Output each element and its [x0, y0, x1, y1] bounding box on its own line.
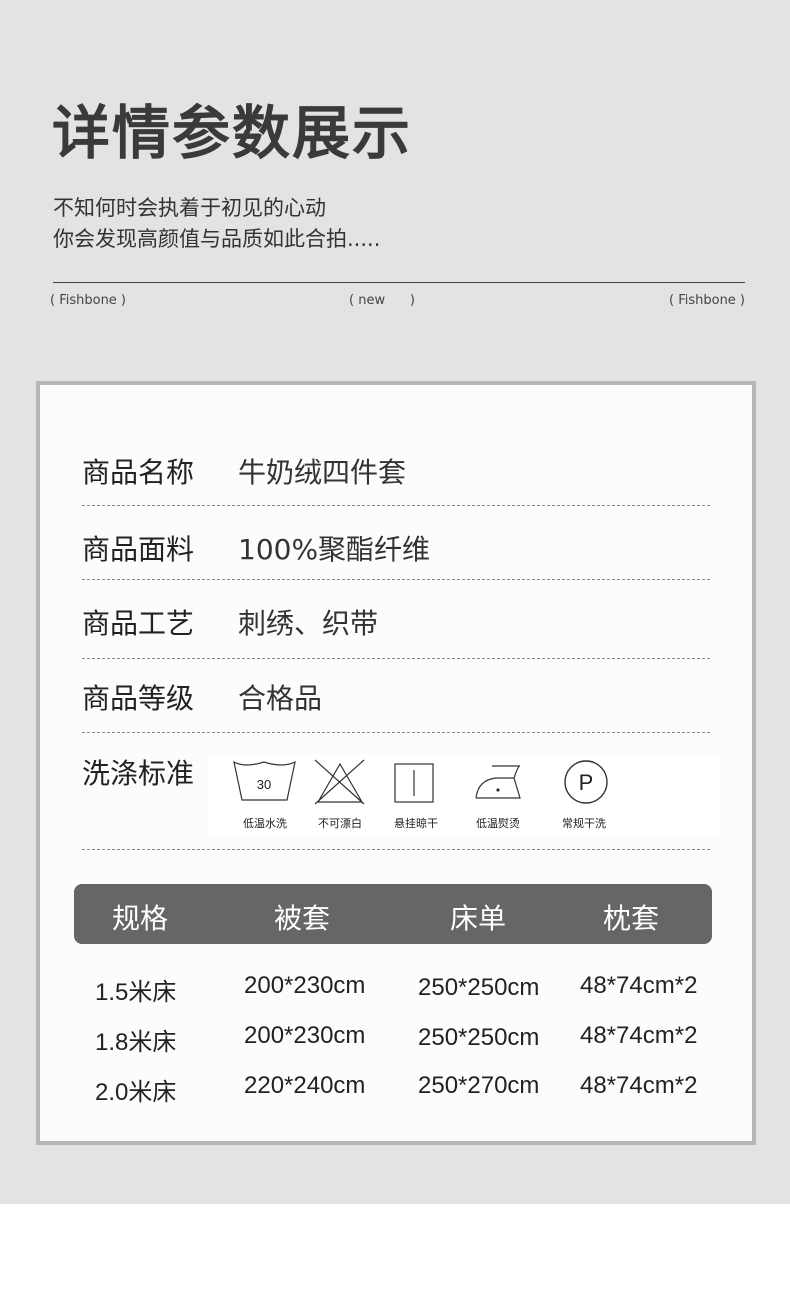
page-title: 详情参数展示	[52, 99, 413, 167]
table-cell: 200*230cm	[244, 972, 366, 999]
row-divider	[82, 579, 710, 580]
product-name-label: 商品名称	[82, 456, 195, 489]
row-divider	[82, 505, 710, 506]
no-bleach-icon	[314, 759, 365, 805]
low-iron-icon	[475, 765, 521, 799]
wash-30-symbol: 30 低温水洗	[225, 754, 305, 836]
care-item-label: 悬挂晾干	[394, 817, 438, 830]
care-item-label: 低温水洗	[243, 817, 287, 830]
brand-tag-right: ( Fishbone )	[669, 293, 746, 308]
table-cell: 1.8米床	[95, 1029, 177, 1056]
table-cell: 48*74cm*2	[580, 972, 698, 999]
table-cell: 48*74cm*2	[580, 1022, 698, 1049]
divider-line	[53, 282, 745, 283]
craft-value: 刺绣、织带	[238, 607, 379, 640]
spec-header-duvet: 被套	[274, 902, 331, 935]
table-cell: 250*250cm	[418, 974, 540, 1001]
care-item-label: 低温熨烫	[476, 817, 520, 830]
spec-header-sheet: 床单	[450, 902, 507, 935]
grade-label: 商品等级	[82, 682, 195, 715]
grade-value: 合格品	[238, 682, 323, 715]
care-item-label: 不可漂白	[318, 817, 362, 830]
dry-clean-p-icon: P	[564, 760, 608, 804]
fabric-label: 商品面料	[82, 533, 195, 566]
product-name-value: 牛奶绒四件套	[238, 456, 407, 489]
dry-clean-symbol: P 常规干洗	[544, 754, 624, 836]
table-cell: 220*240cm	[244, 1072, 366, 1099]
hang-dry-icon	[394, 763, 434, 803]
fabric-value: 100%聚酯纤维	[238, 533, 431, 566]
row-divider	[82, 658, 710, 659]
spec-header-size: 规格	[112, 902, 169, 935]
subtitle-line-2: 你会发现高颜值与品质如此合拍.....	[53, 227, 381, 251]
care-symbols: 30 低温水洗 不可漂白 悬挂晾干 低温熨烫 P 常规干洗	[208, 754, 720, 836]
table-cell: 250*270cm	[418, 1072, 540, 1099]
low-iron-symbol: 低温熨烫	[458, 754, 538, 836]
care-label: 洗涤标准	[82, 757, 195, 790]
table-cell: 48*74cm*2	[580, 1072, 698, 1099]
care-item-label: 常规干洗	[562, 817, 606, 830]
row-divider	[82, 732, 710, 733]
spec-table-header: 规格 被套 床单 枕套	[74, 884, 712, 944]
no-bleach-symbol: 不可漂白	[300, 754, 380, 836]
table-cell: 1.5米床	[95, 979, 177, 1006]
row-divider	[82, 849, 710, 850]
spec-header-pillowcase: 枕套	[603, 902, 660, 935]
brand-tag-left: ( Fishbone )	[50, 293, 127, 308]
wash-temp-text: 30	[257, 777, 271, 792]
table-cell: 2.0米床	[95, 1079, 177, 1106]
hang-dry-symbol: 悬挂晾干	[376, 754, 456, 836]
dry-clean-letter: P	[579, 770, 594, 795]
wash-30-icon: 30	[233, 760, 296, 801]
table-cell: 200*230cm	[244, 1022, 366, 1049]
new-tag: ( new )	[349, 293, 415, 308]
table-cell: 250*250cm	[418, 1024, 540, 1051]
craft-label: 商品工艺	[82, 607, 195, 640]
subtitle-line-1: 不知何时会执着于初见的心动	[53, 196, 326, 220]
